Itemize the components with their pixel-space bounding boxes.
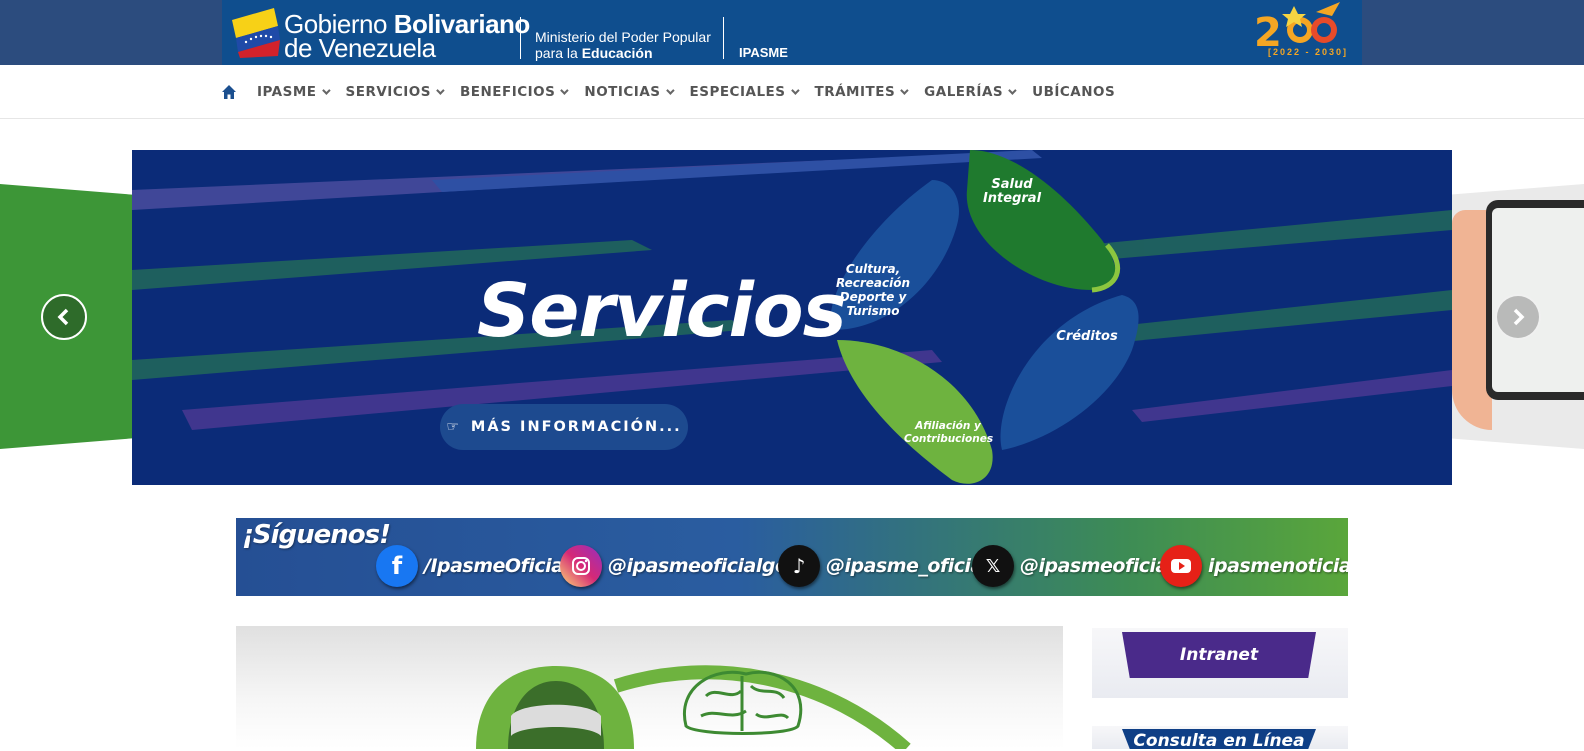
org-tag: IPASME: [739, 45, 788, 60]
youtube-icon: [1160, 545, 1202, 587]
facebook-icon: f: [376, 545, 418, 587]
next-slide-button[interactable]: [1495, 294, 1541, 340]
social-handle: @ipasmeoficialgob: [608, 555, 801, 577]
nav-item-servicios[interactable]: SERVICIOS: [345, 84, 445, 100]
chevron-down-icon: [1008, 86, 1017, 95]
hero-slider: Servicios ☞ MÁS INFORMACIÓN... Salud Int…: [0, 150, 1584, 485]
ministry-line2-light: para la: [535, 45, 578, 61]
nav-item-label: NOTICIAS: [584, 84, 661, 100]
social-handle: @ipasme_oficial: [826, 555, 989, 577]
social-handle: @ipasmeoficial: [1020, 555, 1174, 577]
ministry-line2-bold: Educación: [581, 45, 653, 61]
petal-label-cultura: Cultura, Recreación Deporte y Turismo: [835, 262, 911, 318]
nav-item-label: GALERÍAS: [924, 84, 1004, 100]
slide-title: Servicios: [477, 268, 847, 354]
nav-item-ipasme[interactable]: IPASME: [257, 84, 331, 100]
nav-item-label: BENEFICIOS: [459, 84, 556, 100]
gov-banner: Gobierno Bolivariano de Venezuela Minist…: [0, 0, 1584, 65]
nav-item-beneficios[interactable]: BENEFICIOS: [459, 84, 570, 100]
nav-item-label: IPASME: [257, 84, 317, 100]
social-link-youtube[interactable]: ipasmenoticias: [1160, 544, 1348, 588]
gov-banner-inner: Gobierno Bolivariano de Venezuela Minist…: [222, 0, 1362, 65]
chevron-down-icon: [560, 86, 570, 95]
mental-health-illustration: [476, 665, 911, 749]
social-link-tiktok[interactable]: ♪ @ipasme_oficial: [778, 544, 989, 588]
tiktok-icon: ♪: [778, 545, 820, 587]
nav-item-label: TRÁMITES: [814, 84, 896, 100]
x-icon: 𝕏: [972, 545, 1014, 587]
social-title: ¡Síguenos!: [242, 520, 391, 550]
petal-label-afiliacion: Afiliación y Contribuciones: [904, 420, 994, 445]
chevron-down-icon: [321, 86, 331, 95]
active-slide: Servicios ☞ MÁS INFORMACIÓN... Salud Int…: [132, 150, 1452, 485]
petal-label-creditos: Créditos: [1056, 329, 1118, 344]
home-button[interactable]: [221, 84, 237, 100]
nav-item-label: ESPECIALES: [689, 84, 786, 100]
consulta-label: Consulta en Línea: [1133, 731, 1305, 751]
nav-item-tramites[interactable]: TRÁMITES: [814, 84, 909, 100]
ministry-title: Ministerio del Poder Popular para la Edu…: [535, 29, 711, 61]
chevron-down-icon: [665, 86, 675, 95]
chevron-right-icon: [1513, 308, 1525, 326]
gov-title: Gobierno Bolivariano de Venezuela: [284, 11, 530, 63]
hand-pointer-icon: ☞: [446, 419, 461, 435]
feature-image[interactable]: [236, 626, 1063, 749]
social-handle: /IpasmeOficial: [424, 555, 570, 577]
nav-item-ubicanos[interactable]: UBÍCANOS: [1032, 84, 1115, 100]
social-link-facebook[interactable]: f /IpasmeOficial: [376, 544, 570, 588]
ministry-line1: Ministerio del Poder Popular: [535, 29, 711, 45]
divider: [723, 17, 724, 59]
instagram-icon: [560, 545, 602, 587]
nav-item-galerias[interactable]: GALERÍAS: [924, 84, 1017, 100]
nav-item-noticias[interactable]: NOTICIAS: [584, 84, 675, 100]
gov-title-line2: de Venezuela: [284, 33, 436, 63]
intranet-button[interactable]: Intranet: [1122, 632, 1316, 678]
nav-item-especiales[interactable]: ESPECIALES: [689, 84, 800, 100]
home-icon: [222, 85, 236, 99]
social-banner: ¡Síguenos! f /IpasmeOficial @ipasmeofici…: [236, 518, 1348, 596]
nav-list: IPASME SERVICIOS BENEFICIOS NOTICIAS ESP…: [221, 65, 1133, 119]
chevron-left-icon: [57, 308, 69, 326]
intranet-label: Intranet: [1179, 645, 1259, 665]
chevron-down-icon: [900, 86, 909, 95]
nav-item-label: SERVICIOS: [345, 84, 431, 100]
more-info-label: MÁS INFORMACIÓN...: [470, 419, 682, 435]
prev-slide-button[interactable]: [41, 294, 87, 340]
chevron-down-icon: [790, 86, 800, 95]
social-link-instagram[interactable]: @ipasmeoficialgob: [560, 544, 801, 588]
petal-label-salud: Salud Integral: [982, 177, 1042, 206]
divider: [520, 17, 521, 59]
nav-item-label: UBÍCANOS: [1032, 84, 1116, 100]
social-link-x[interactable]: 𝕏 @ipasmeoficial: [972, 544, 1174, 588]
consulta-button[interactable]: Consulta en Línea: [1122, 729, 1316, 749]
social-handle: ipasmenoticias: [1208, 555, 1348, 577]
logo-years: [2022 - 2030]: [1268, 47, 1349, 57]
chevron-down-icon: [436, 86, 445, 95]
venezuela-flag-icon: [232, 8, 280, 58]
main-nav: IPASME SERVICIOS BENEFICIOS NOTICIAS ESP…: [0, 65, 1584, 119]
more-info-button[interactable]: ☞ MÁS INFORMACIÓN...: [440, 404, 688, 450]
